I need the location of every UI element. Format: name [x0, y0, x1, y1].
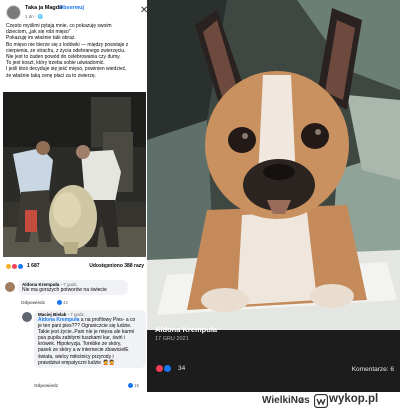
post-time: 1 dn · 🌐	[25, 14, 44, 19]
comment-likes[interactable]: 15	[128, 383, 139, 389]
comment-likes[interactable]: 42	[57, 300, 68, 306]
comment-text: Aldona Krempuła a na profilowy Pies- a c…	[38, 317, 136, 366]
comment-bubble: Maciej Bielak · 7 godz. Aldona Krempuła …	[34, 310, 146, 368]
reaction-count[interactable]: 1 687	[27, 263, 40, 269]
dog-image	[147, 0, 400, 330]
watermark-site: wykop.pl	[329, 393, 379, 405]
reaction-icons	[5, 263, 25, 270]
photo-reaction-count[interactable]: 34	[178, 365, 185, 372]
slaughterhouse-photo	[3, 92, 146, 257]
like-icon	[163, 364, 172, 373]
post-header: Taka ja Magda Obserwuj 1 dn · 🌐 ✕	[6, 4, 148, 22]
globe-icon: 🌐	[37, 14, 44, 19]
dog-photo[interactable]	[147, 0, 400, 330]
like-icon	[17, 263, 24, 270]
reactions-bar[interactable]: 1 687 Udostępniono 388 razy	[5, 262, 146, 272]
author-name[interactable]: Taka ja Magda	[25, 5, 62, 11]
author-avatar[interactable]	[6, 5, 21, 20]
comment-reply: Maciej Bielak · 7 godz. Aldona Krempuła …	[22, 310, 146, 392]
comment-bubble: Aldona Krempuła · 7 godz. Nie ma gorszyc…	[18, 280, 128, 295]
reply-button[interactable]: Odpowiedz	[21, 300, 45, 305]
post-photo[interactable]	[3, 92, 146, 257]
like-icon	[128, 383, 133, 389]
watermark-bar: WielkiNos z wykop.pl	[0, 392, 400, 411]
photo-info: Aldona Krempuła 17 GRU 2021 34 Komentarz…	[147, 325, 400, 392]
post-text: Często myślimi pytają mnie, co pokazuję …	[6, 23, 129, 79]
uploader-name[interactable]: Aldona Krempuła	[155, 325, 217, 334]
post-panel: Taka ja Magda Obserwuj 1 dn · 🌐 ✕ Często…	[0, 0, 148, 392]
watermark-z: z	[299, 395, 304, 406]
commenter-avatar[interactable]	[22, 312, 32, 322]
wykop-logo-icon	[314, 394, 328, 408]
mention-link[interactable]: Aldona Krempuła	[38, 317, 79, 323]
photo-comments-count[interactable]: Komentarze: 6	[352, 366, 394, 373]
photo-viewer: Aldona Krempuła 17 GRU 2021 34 Komentarz…	[147, 0, 400, 392]
photo-date: 17 GRU 2021	[155, 336, 189, 342]
screenshot-collage: Taka ja Magda Obserwuj 1 dn · 🌐 ✕ Często…	[0, 0, 400, 411]
like-icon	[57, 300, 62, 306]
commenter-avatar[interactable]	[5, 282, 15, 292]
share-count[interactable]: Udostępniono 388 razy	[89, 263, 144, 269]
comment-text: Nie ma gorszych potworów na świecie	[22, 287, 107, 293]
comment: Aldona Krempuła · 7 godz. Nie ma gorszyc…	[5, 280, 146, 310]
reply-button[interactable]: Odpowiedz	[34, 383, 58, 388]
follow-button[interactable]: Obserwuj	[59, 5, 84, 11]
